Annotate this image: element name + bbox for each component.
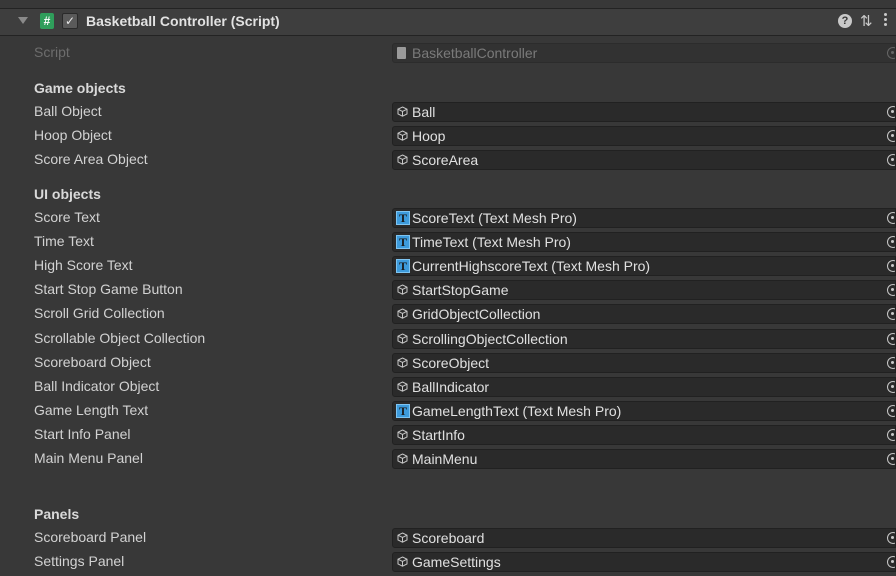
object-picker-icon[interactable] — [887, 556, 895, 568]
object-picker-icon — [887, 47, 895, 59]
object-reference-field[interactable]: T GameLengthText (Text Mesh Pro) — [392, 401, 896, 421]
gameobject-cube-icon — [397, 333, 408, 344]
object-picker-icon[interactable] — [887, 212, 895, 224]
component-enabled-checkbox[interactable]: ✓ — [62, 13, 78, 29]
object-reference-field[interactable]: StartInfo — [392, 425, 896, 445]
object-picker-icon[interactable] — [887, 260, 895, 272]
object-reference-field[interactable]: ScoreObject — [392, 353, 896, 373]
script-field: BasketballController — [392, 43, 896, 63]
object-picker-icon[interactable] — [887, 532, 895, 544]
script-field-value: BasketballController — [412, 45, 538, 61]
object-reference-field[interactable]: Hoop — [392, 126, 896, 146]
gameobject-cube-icon — [397, 154, 408, 165]
object-reference-field[interactable]: ScoreArea — [392, 150, 896, 170]
object-picker-icon[interactable] — [887, 308, 895, 320]
object-picker-icon[interactable] — [887, 236, 895, 248]
object-picker-icon[interactable] — [887, 333, 895, 345]
gameobject-cube-icon — [397, 429, 408, 440]
property-label: Scoreboard Object — [34, 354, 151, 370]
object-reference-value: ScoreText (Text Mesh Pro) — [412, 210, 577, 226]
text-mesh-pro-icon: T — [396, 259, 410, 273]
object-reference-field[interactable]: GameSettings — [392, 552, 896, 572]
object-reference-field[interactable]: T ScoreText (Text Mesh Pro) — [392, 208, 896, 228]
gameobject-cube-icon — [397, 453, 408, 464]
object-picker-icon[interactable] — [887, 284, 895, 296]
gameobject-cube-icon — [397, 284, 408, 295]
object-reference-field[interactable]: Scoreboard — [392, 528, 896, 548]
property-label: Hoop Object — [34, 127, 112, 143]
object-reference-field[interactable]: T CurrentHighscoreText (Text Mesh Pro) — [392, 256, 896, 276]
object-reference-value: GameLengthText (Text Mesh Pro) — [412, 403, 622, 419]
property-label: Game Length Text — [34, 402, 149, 418]
gameobject-cube-icon — [397, 130, 408, 141]
section-header: UI objects — [34, 186, 101, 202]
object-reference-value: Hoop — [412, 128, 446, 144]
help-icon[interactable]: ? — [838, 14, 852, 28]
object-reference-value: Ball — [412, 104, 436, 120]
property-label: Settings Panel — [34, 553, 125, 569]
object-reference-value: TimeText (Text Mesh Pro) — [412, 234, 571, 250]
object-picker-icon[interactable] — [887, 381, 895, 393]
object-reference-value: GridObjectCollection — [412, 306, 541, 322]
section-header: Game objects — [34, 80, 126, 96]
property-label: Start Stop Game Button — [34, 281, 183, 297]
property-label: Start Info Panel — [34, 426, 131, 442]
gameobject-cube-icon — [397, 106, 408, 117]
property-label: Scrollable Object Collection — [34, 330, 206, 346]
object-reference-value: ScrollingObjectCollection — [412, 331, 568, 347]
text-mesh-pro-icon: T — [396, 404, 410, 418]
gameobject-cube-icon — [397, 357, 408, 368]
object-reference-field[interactable]: GridObjectCollection — [392, 304, 896, 324]
object-picker-icon[interactable] — [887, 106, 895, 118]
property-label: Scroll Grid Collection — [34, 305, 165, 321]
object-reference-value: MainMenu — [412, 451, 478, 467]
object-reference-field[interactable]: MainMenu — [392, 449, 896, 469]
object-reference-field[interactable]: Ball — [392, 102, 896, 122]
preset-icon[interactable]: ⇅ — [860, 12, 873, 30]
object-reference-field[interactable]: ScrollingObjectCollection — [392, 329, 896, 349]
script-asset-icon — [397, 47, 406, 59]
object-picker-icon[interactable] — [887, 405, 895, 417]
text-mesh-pro-icon: T — [396, 235, 410, 249]
gameobject-cube-icon — [397, 556, 408, 567]
text-mesh-pro-icon: T — [396, 211, 410, 225]
gameobject-cube-icon — [397, 381, 408, 392]
object-reference-value: CurrentHighscoreText (Text Mesh Pro) — [412, 258, 651, 274]
script-label: Script — [34, 44, 70, 60]
gameobject-cube-icon — [397, 308, 408, 319]
inspector-panel: # ✓ Basketball Controller (Script) ? ⇅ S… — [0, 0, 896, 576]
object-picker-icon[interactable] — [887, 453, 895, 465]
object-picker-icon[interactable] — [887, 154, 895, 166]
context-menu-icon[interactable] — [884, 11, 888, 29]
object-reference-value: Scoreboard — [412, 530, 485, 546]
property-label: Ball Object — [34, 103, 102, 119]
object-reference-field[interactable]: BallIndicator — [392, 377, 896, 397]
object-reference-field[interactable]: T TimeText (Text Mesh Pro) — [392, 232, 896, 252]
property-label: Time Text — [34, 233, 94, 249]
object-reference-value: BallIndicator — [412, 379, 490, 395]
script-component-icon: # — [40, 13, 54, 29]
property-label: Score Text — [34, 209, 100, 225]
object-reference-value: ScoreArea — [412, 152, 479, 168]
object-reference-value: ScoreObject — [412, 355, 490, 371]
property-label: Main Menu Panel — [34, 450, 143, 466]
object-reference-value: StartInfo — [412, 427, 465, 443]
object-reference-value: GameSettings — [412, 554, 501, 570]
gameobject-cube-icon — [397, 532, 408, 543]
property-label: Ball Indicator Object — [34, 378, 160, 394]
object-reference-field[interactable]: StartStopGame — [392, 280, 896, 300]
component-title: Basketball Controller (Script) — [86, 13, 280, 29]
property-label: High Score Text — [34, 257, 133, 273]
property-label: Scoreboard Panel — [34, 529, 147, 545]
object-picker-icon[interactable] — [887, 429, 895, 441]
object-picker-icon[interactable] — [887, 357, 895, 369]
section-header: Panels — [34, 506, 80, 522]
object-picker-icon[interactable] — [887, 130, 895, 142]
property-label: Score Area Object — [34, 151, 148, 167]
chevron-down-icon[interactable] — [18, 17, 28, 24]
object-reference-value: StartStopGame — [412, 282, 509, 298]
component-header[interactable]: # ✓ Basketball Controller (Script) ? ⇅ — [0, 8, 896, 36]
